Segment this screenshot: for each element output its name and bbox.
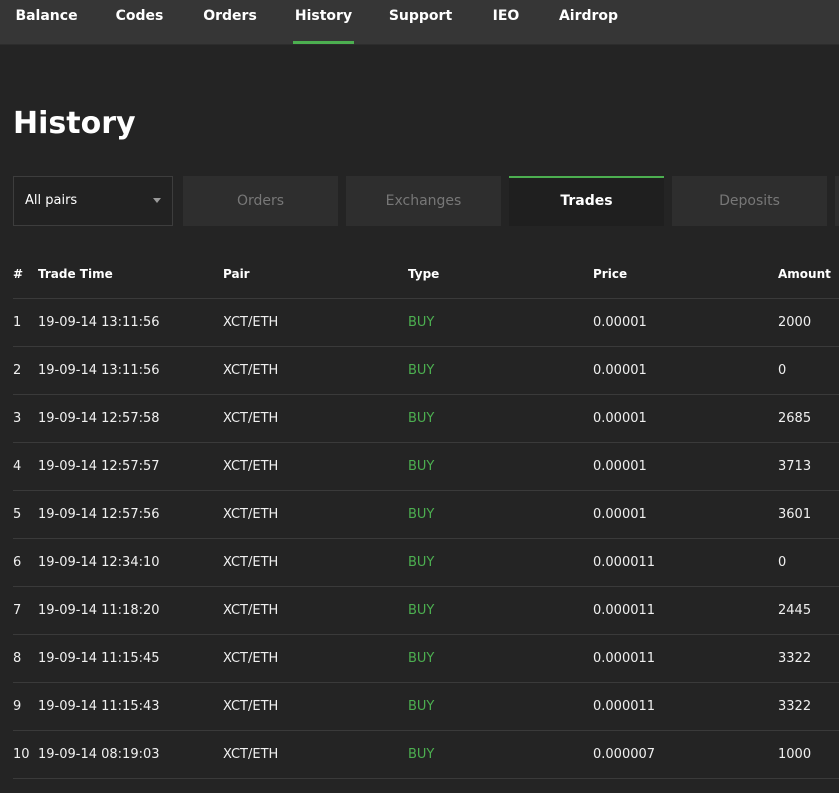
cell-type: BUY (408, 315, 435, 330)
cell-price: 0.000011 (593, 651, 656, 666)
cell-type: BUY (408, 603, 435, 618)
cell-number: 5 (13, 507, 22, 522)
table-row: 1 19-09-14 13:11:56 XCT/ETH BUY 0.00001 … (13, 299, 839, 347)
cell-trade-time: 19-09-14 12:34:10 (38, 555, 160, 570)
cell-amount: 1000 (778, 747, 812, 762)
cell-type: BUY (408, 699, 435, 714)
cell-number: 3 (13, 411, 22, 426)
cell-amount: 2445 (778, 603, 812, 618)
cell-price: 0.00001 (593, 459, 647, 474)
cell-type: BUY (408, 363, 435, 378)
nav-item-ieo[interactable]: IEO (486, 0, 526, 44)
cell-number: 8 (13, 651, 22, 666)
cell-price: 0.00001 (593, 507, 647, 522)
table-row: 8 19-09-14 11:15:45 XCT/ETH BUY 0.000011… (13, 635, 839, 683)
chevron-down-icon (153, 198, 161, 203)
cell-amount: 2685 (778, 411, 812, 426)
cell-pair: XCT/ETH (223, 555, 279, 570)
table-row: 10 19-09-14 08:19:03 XCT/ETH BUY 0.00000… (13, 731, 839, 779)
nav-item-codes[interactable]: Codes (109, 0, 170, 44)
cell-price: 0.00001 (593, 363, 647, 378)
cell-trade-time: 19-09-14 11:18:20 (38, 603, 160, 618)
cell-price: 0.00001 (593, 411, 647, 426)
nav-item-airdrop[interactable]: Airdrop (555, 0, 622, 44)
cell-type: BUY (408, 651, 435, 666)
table-row: 4 19-09-14 12:57:57 XCT/ETH BUY 0.00001 … (13, 443, 839, 491)
cell-trade-time: 19-09-14 12:57:56 (38, 507, 160, 522)
cell-amount: 2000 (778, 315, 812, 330)
page-title: History (13, 106, 136, 141)
cell-amount: 3322 (778, 699, 812, 714)
cell-pair: XCT/ETH (223, 507, 279, 522)
table-row: 5 19-09-14 12:57:56 XCT/ETH BUY 0.00001 … (13, 491, 839, 539)
cell-pair: XCT/ETH (223, 315, 279, 330)
cell-pair: XCT/ETH (223, 411, 279, 426)
cell-amount: 3713 (778, 459, 812, 474)
tab-orders[interactable]: Orders (183, 176, 338, 226)
cell-number: 9 (13, 699, 22, 714)
column-header-trade-time: Trade Time (38, 267, 113, 281)
cell-number: 4 (13, 459, 22, 474)
cell-price: 0.000007 (593, 747, 656, 762)
table-row: 7 19-09-14 11:18:20 XCT/ETH BUY 0.000011… (13, 587, 839, 635)
tab-overflow (835, 176, 839, 226)
cell-trade-time: 19-09-14 12:57:57 (38, 459, 160, 474)
cell-price: 0.000011 (593, 603, 656, 618)
table-row: 3 19-09-14 12:57:58 XCT/ETH BUY 0.00001 … (13, 395, 839, 443)
cell-amount: 0 (778, 555, 787, 570)
cell-number: 6 (13, 555, 22, 570)
cell-price: 0.000011 (593, 555, 656, 570)
column-header-type: Type (408, 267, 440, 281)
tab-exchanges[interactable]: Exchanges (346, 176, 501, 226)
pair-select-value: All pairs (25, 193, 78, 208)
cell-trade-time: 19-09-14 08:19:03 (38, 747, 160, 762)
tab-deposits[interactable]: Deposits (672, 176, 827, 226)
table-row: 9 19-09-14 11:15:43 XCT/ETH BUY 0.000011… (13, 683, 839, 731)
cell-trade-time: 19-09-14 11:15:45 (38, 651, 160, 666)
cell-trade-time: 19-09-14 13:11:56 (38, 315, 160, 330)
cell-type: BUY (408, 555, 435, 570)
cell-pair: XCT/ETH (223, 459, 279, 474)
table-row: 6 19-09-14 12:34:10 XCT/ETH BUY 0.000011… (13, 539, 839, 587)
nav-item-history[interactable]: History (293, 0, 354, 44)
tab-trades[interactable]: Trades (509, 176, 664, 226)
column-header-price: Price (593, 267, 628, 281)
nav-item-balance[interactable]: Balance (13, 0, 80, 44)
cell-amount: 3322 (778, 651, 812, 666)
cell-type: BUY (408, 507, 435, 522)
cell-pair: XCT/ETH (223, 699, 279, 714)
column-header-amount: Amount (778, 267, 831, 281)
nav-item-support[interactable]: Support (384, 0, 457, 44)
table-header: # Trade Time Pair Type Price Amount (13, 250, 839, 299)
cell-price: 0.000011 (593, 699, 656, 714)
cell-trade-time: 19-09-14 11:15:43 (38, 699, 160, 714)
cell-trade-time: 19-09-14 13:11:56 (38, 363, 160, 378)
cell-pair: XCT/ETH (223, 363, 279, 378)
cell-pair: XCT/ETH (223, 603, 279, 618)
cell-amount: 0 (778, 363, 787, 378)
column-header-number: # (13, 267, 24, 281)
cell-number: 10 (13, 747, 30, 762)
cell-amount: 3601 (778, 507, 812, 522)
cell-pair: XCT/ETH (223, 651, 279, 666)
cell-type: BUY (408, 411, 435, 426)
table-row: 2 19-09-14 13:11:56 XCT/ETH BUY 0.00001 … (13, 347, 839, 395)
pair-select[interactable]: All pairs (13, 176, 173, 226)
top-navigation: Balance Codes Orders History Support IEO… (0, 0, 839, 45)
cell-type: BUY (408, 459, 435, 474)
cell-trade-time: 19-09-14 12:57:58 (38, 411, 160, 426)
nav-item-orders[interactable]: Orders (197, 0, 263, 44)
cell-number: 7 (13, 603, 22, 618)
cell-number: 2 (13, 363, 22, 378)
cell-number: 1 (13, 315, 22, 330)
trades-table: # Trade Time Pair Type Price Amount 1 19… (13, 250, 839, 779)
column-header-pair: Pair (223, 267, 250, 281)
cell-price: 0.00001 (593, 315, 647, 330)
cell-pair: XCT/ETH (223, 747, 279, 762)
cell-type: BUY (408, 747, 435, 762)
